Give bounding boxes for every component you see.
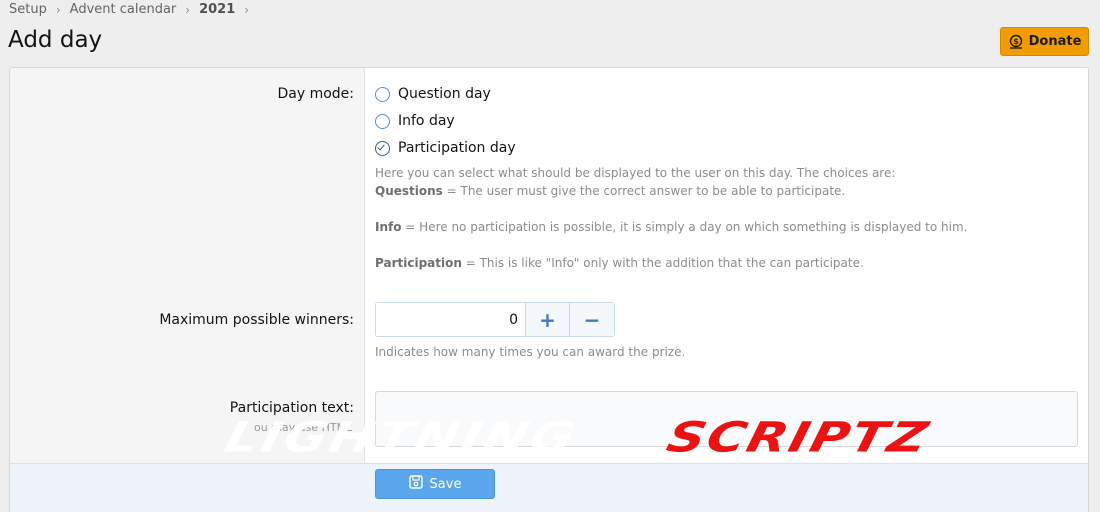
increment-button[interactable]: +: [526, 303, 570, 336]
radio-question-day[interactable]: Question day: [375, 84, 491, 104]
participation-text-label: Participation text:: [229, 400, 354, 416]
radio-unchecked-icon: [375, 113, 390, 129]
save-button-label: Save: [429, 476, 462, 492]
chevron-right-icon: ›: [185, 2, 191, 17]
donate-button[interactable]: $ Donate: [1000, 27, 1089, 56]
radio-label: Question day: [398, 86, 491, 102]
text-questions: = The user must give the correct answer …: [442, 184, 846, 198]
dollar-badge-icon: $: [1008, 34, 1024, 50]
breadcrumb: Setup › Advent calendar › 2021 ›: [9, 2, 258, 17]
floppy-disk-icon: [408, 475, 423, 493]
term-info: Info: [375, 220, 402, 234]
page-title: Add day: [8, 27, 103, 53]
add-day-form: Day mode: Question day Info day Particip…: [9, 67, 1089, 512]
max-winners-hint: Indicates how many times you can award t…: [375, 345, 686, 359]
participation-text-editor[interactable]: [375, 391, 1078, 447]
text-participation: = This is like "Info" only with the addi…: [461, 256, 864, 270]
radio-checked-icon: [375, 140, 390, 156]
day-mode-explain-intro: Here you can select what should be displ…: [375, 166, 896, 180]
radio-label: Participation day: [398, 140, 516, 156]
term-participation: Participation: [375, 256, 462, 270]
term-questions: Questions: [375, 184, 443, 198]
text-info: = Here no participation is possible, it …: [401, 220, 968, 234]
radio-label: Info day: [398, 113, 455, 129]
max-winners-stepper: + −: [375, 302, 615, 337]
breadcrumb-setup[interactable]: Setup: [9, 2, 47, 17]
radio-participation-day[interactable]: Participation day: [375, 138, 516, 158]
day-mode-label: Day mode:: [277, 86, 354, 102]
save-button[interactable]: Save: [375, 469, 495, 499]
decrement-button[interactable]: −: [570, 303, 614, 336]
day-mode-explain-info: Info = Here no participation is possible…: [375, 220, 967, 234]
participation-text-hint: ou may use HTML: [254, 421, 353, 434]
donate-button-label: Donate: [1028, 34, 1082, 49]
breadcrumb-2021[interactable]: 2021: [199, 2, 235, 17]
form-submit-row: Save: [10, 463, 1088, 512]
svg-text:$: $: [1013, 37, 1019, 46]
max-winners-label: Maximum possible winners:: [159, 312, 354, 328]
chevron-right-icon: ›: [244, 2, 250, 17]
max-winners-input[interactable]: [376, 303, 526, 336]
day-mode-explain-questions: Questions = The user must give the corre…: [375, 184, 845, 198]
breadcrumb-advent-calendar[interactable]: Advent calendar: [70, 2, 177, 17]
radio-unchecked-icon: [375, 86, 390, 102]
chevron-right-icon: ›: [55, 2, 61, 17]
radio-info-day[interactable]: Info day: [375, 111, 455, 131]
day-mode-explain-participation: Participation = This is like "Info" only…: [375, 256, 864, 270]
